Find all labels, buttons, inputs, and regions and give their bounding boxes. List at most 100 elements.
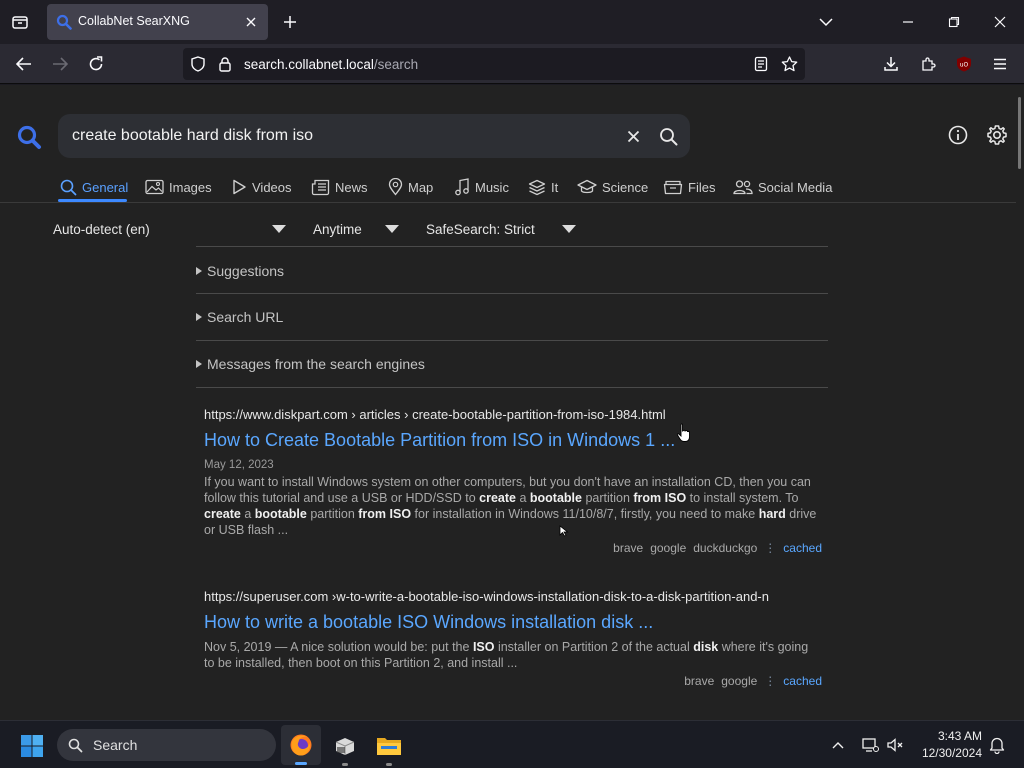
downloads-icon[interactable] [881, 54, 901, 74]
forward-arrow-icon[interactable] [50, 54, 70, 74]
search-submit-icon[interactable] [658, 126, 678, 146]
search-icon [60, 179, 77, 195]
file-explorer-icon[interactable] [375, 733, 403, 766]
tab-map-label: Map [408, 179, 434, 195]
result-engines: brave google ⋮ cached [684, 674, 822, 688]
image-icon [145, 179, 164, 195]
network-icon[interactable] [860, 735, 880, 755]
address-bar[interactable]: search.collabnet.local/search [183, 48, 805, 80]
reload-icon[interactable] [86, 54, 106, 74]
reader-view-icon[interactable] [752, 55, 770, 73]
clock-date[interactable]: 12/30/2024 [914, 746, 982, 760]
tab-videos[interactable]: Videos [232, 176, 292, 198]
search-form[interactable]: create bootable hard disk from iso [58, 114, 690, 158]
time-range-select[interactable]: Anytime [313, 222, 362, 237]
tab-science[interactable]: Science [577, 176, 648, 198]
searxng-favicon-icon [56, 14, 72, 30]
tab-general[interactable]: General [60, 176, 128, 198]
engine-name: google [721, 674, 758, 688]
search-input[interactable]: create bootable hard disk from iso [72, 127, 313, 145]
search-url-label: Search URL [207, 309, 284, 325]
tab-manager-icon[interactable] [8, 12, 32, 32]
taskbar-search-box[interactable]: Search [57, 729, 276, 761]
show-hidden-icons-chevron-icon[interactable] [830, 737, 846, 753]
tab-news[interactable]: News [311, 176, 368, 198]
clock-time[interactable]: 3:43 AM [928, 729, 982, 743]
suggestions-toggle[interactable]: Suggestions [196, 263, 284, 279]
result-url-host: https://superuser.com [204, 589, 329, 604]
tab-map[interactable]: Map [388, 176, 433, 198]
people-icon [733, 180, 753, 195]
url-host: search.collabnet.local [244, 57, 374, 72]
ublock-origin-icon[interactable]: uO [954, 54, 974, 74]
scrollbar-thumb[interactable] [1018, 97, 1021, 169]
tab-files-label: Files [688, 179, 716, 195]
svg-text:uO: uO [960, 62, 969, 69]
tab-social-media[interactable]: Social Media [733, 176, 832, 198]
cached-link[interactable]: cached [783, 541, 822, 555]
volume-muted-icon[interactable] [885, 735, 905, 755]
tab-it[interactable]: It [528, 176, 558, 198]
new-tab-icon[interactable] [280, 12, 300, 32]
result-title-link[interactable]: How to write a bootable ISO Windows inst… [204, 612, 653, 633]
safesearch-dropdown-caret-icon[interactable] [562, 225, 576, 233]
result-date: May 12, 2023 [204, 459, 274, 471]
safesearch-select[interactable]: SafeSearch: Strict [426, 222, 535, 237]
search-icon [67, 737, 83, 753]
language-dropdown-caret-icon[interactable] [272, 225, 286, 233]
settings-gear-icon[interactable] [985, 123, 1009, 147]
list-all-tabs-icon[interactable] [816, 12, 836, 32]
tab-music[interactable]: Music [454, 176, 509, 198]
clear-search-icon[interactable] [624, 127, 642, 145]
restore-icon[interactable] [944, 12, 964, 32]
close-tab-icon[interactable] [243, 14, 259, 30]
time-range-dropdown-caret-icon[interactable] [385, 225, 399, 233]
url-text[interactable]: search.collabnet.local/search [244, 57, 418, 72]
tab-social-media-label: Social Media [758, 179, 833, 195]
layers-icon [528, 179, 546, 195]
bookmark-star-icon[interactable] [780, 55, 798, 73]
result-snippet: Nov 5, 2019 — A nice solution would be: … [204, 640, 809, 670]
tab-images[interactable]: Images [145, 176, 212, 198]
active-tab[interactable]: CollabNet SearXNG [47, 4, 268, 40]
notification-bell-icon[interactable] [987, 735, 1007, 755]
hamburger-menu-icon[interactable] [990, 54, 1010, 74]
language-select[interactable]: Auto-detect (en) [53, 222, 150, 237]
searxng-logo-icon[interactable] [16, 124, 42, 150]
engine-name: google [650, 541, 687, 555]
divider [196, 387, 828, 388]
result-title-link[interactable]: How to Create Bootable Partition from IS… [204, 430, 675, 451]
engine-separator: ⋮ [764, 674, 777, 688]
page-scrollbar[interactable] [1016, 85, 1024, 720]
firefox-taskbar-button[interactable] [281, 725, 321, 765]
minimize-icon[interactable] [898, 12, 918, 32]
graduation-cap-icon [577, 179, 597, 194]
result-url[interactable]: https://www.diskpart.com › articles › cr… [204, 407, 822, 422]
result-url-path: ›w-to-write-a-bootable-iso-windows-insta… [328, 589, 769, 604]
tab-images-label: Images [169, 179, 212, 195]
shield-icon[interactable] [189, 55, 207, 73]
running-app-indicator [386, 763, 392, 766]
package-installer-icon[interactable] [332, 733, 358, 766]
engine-messages-toggle[interactable]: Messages from the search engines [196, 356, 425, 372]
newspaper-icon [311, 179, 330, 195]
taskbar-search-label: Search [93, 737, 138, 753]
result-snippet: If you want to install Windows system on… [204, 475, 817, 537]
close-window-icon[interactable] [990, 12, 1010, 32]
tab-general-label: General [82, 179, 129, 195]
hand-cursor-icon [676, 423, 692, 443]
result-url-host: https://www.diskpart.com [204, 407, 348, 422]
result-url[interactable]: https://superuser.com ›w-to-write-a-boot… [204, 589, 822, 604]
play-icon [233, 179, 246, 195]
divider [196, 340, 828, 341]
back-arrow-icon[interactable] [14, 54, 34, 74]
extensions-icon[interactable] [918, 54, 938, 74]
tab-files[interactable]: Files [663, 176, 715, 198]
lock-icon[interactable] [216, 55, 234, 73]
search-url-toggle[interactable]: Search URL [196, 309, 283, 325]
info-icon[interactable] [947, 124, 969, 146]
active-tab-indicator [58, 199, 127, 202]
windows-start-icon[interactable] [19, 733, 45, 759]
navigation-toolbar: search.collabnet.local/search uO [0, 44, 1024, 84]
cached-link[interactable]: cached [783, 674, 822, 688]
